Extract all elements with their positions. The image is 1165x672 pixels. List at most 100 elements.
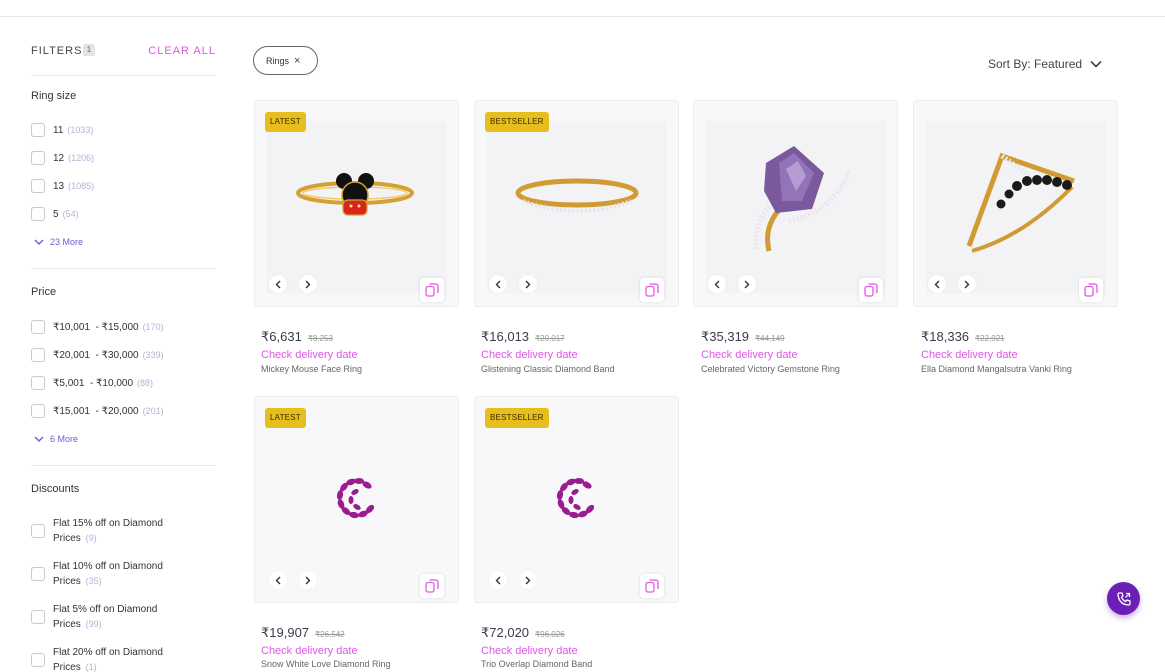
clear-all-button[interactable]: CLEAR ALL: [148, 45, 216, 57]
prev-image-button[interactable]: [269, 571, 287, 589]
filters-count-badge: 1: [83, 44, 95, 56]
price-row: ₹72,020 ₹96,026: [481, 625, 565, 641]
checkbox[interactable]: [31, 567, 45, 581]
option-count: (1085): [68, 181, 95, 191]
checkbox[interactable]: [31, 123, 45, 137]
filter-option-price-2[interactable]: ₹20,001 - ₹30,000 (339): [31, 348, 164, 362]
product-name[interactable]: Celebrated Victory Gemstone Ring: [701, 364, 840, 374]
next-image-button[interactable]: [958, 275, 976, 293]
check-delivery-link[interactable]: Check delivery date: [481, 645, 578, 657]
product-price: ₹19,907: [261, 625, 310, 640]
option-label: ₹20,001 - ₹30,000: [53, 349, 139, 361]
next-image-button[interactable]: [519, 275, 537, 293]
checkbox[interactable]: [31, 404, 45, 418]
compare-button[interactable]: [859, 278, 883, 302]
price-row: ₹16,013 ₹20,017: [481, 329, 565, 345]
sort-dropdown[interactable]: Sort By: Featured: [988, 57, 1102, 71]
product-image: [706, 121, 886, 293]
option-count: (88): [137, 378, 154, 388]
product-card[interactable]: LATEST: [254, 396, 459, 603]
product-name[interactable]: Ella Diamond Mangalsutra Vanki Ring: [921, 364, 1072, 374]
option-count: (1206): [68, 153, 95, 163]
product-badge: LATEST: [265, 112, 306, 132]
option-label: 13: [53, 180, 65, 192]
checkbox[interactable]: [31, 179, 45, 193]
check-delivery-link[interactable]: Check delivery date: [481, 349, 578, 361]
price-title: Price: [31, 286, 57, 298]
product-card[interactable]: LATEST: [254, 100, 459, 307]
compare-icon: [645, 283, 659, 297]
checkbox[interactable]: [31, 653, 45, 667]
product-name[interactable]: Glistening Classic Diamond Band: [481, 364, 615, 374]
price-row: ₹19,907 ₹26,542: [261, 625, 345, 641]
check-delivery-link[interactable]: Check delivery date: [261, 349, 358, 361]
prev-image-button[interactable]: [928, 275, 946, 293]
price-row: ₹35,319 ₹44,149: [701, 329, 785, 345]
option-count: (201): [142, 406, 164, 416]
checkbox[interactable]: [31, 348, 45, 362]
filter-option-ring-size-12[interactable]: 12 (1206): [31, 151, 94, 165]
filter-option-discount-2[interactable]: Flat 10% off on Diamond Prices (35): [31, 559, 216, 589]
checkbox[interactable]: [31, 207, 45, 221]
option-count: (339): [142, 350, 164, 360]
product-mrp: ₹96,026: [535, 630, 565, 639]
product-name[interactable]: Mickey Mouse Face Ring: [261, 364, 362, 374]
product-card[interactable]: [913, 100, 1118, 307]
chevron-right-icon: [525, 280, 531, 288]
applied-filter-chip[interactable]: Rings ×: [253, 46, 318, 75]
next-image-button[interactable]: [738, 275, 756, 293]
product-card[interactable]: BESTSELLER: [474, 100, 679, 307]
option-label: 12: [53, 152, 65, 164]
close-icon[interactable]: ×: [294, 55, 300, 67]
product-card[interactable]: [693, 100, 898, 307]
compare-button[interactable]: [1079, 278, 1103, 302]
option-count: (170): [142, 322, 164, 332]
compare-icon: [1084, 283, 1098, 297]
product-price: ₹72,020: [481, 625, 530, 640]
compare-button[interactable]: [420, 574, 444, 598]
compare-button[interactable]: [640, 574, 664, 598]
product-name[interactable]: Trio Overlap Diamond Band: [481, 659, 592, 669]
compare-button[interactable]: [420, 278, 444, 302]
checkbox[interactable]: [31, 151, 45, 165]
product-name[interactable]: Snow White Love Diamond Ring: [261, 659, 391, 669]
compare-icon: [864, 283, 878, 297]
checkbox[interactable]: [31, 524, 45, 538]
product-card[interactable]: BESTSELLER: [474, 396, 679, 603]
chevron-down-icon: [34, 239, 44, 245]
chevron-right-icon: [305, 576, 311, 584]
divider: [31, 75, 216, 76]
compare-button[interactable]: [640, 278, 664, 302]
filter-option-ring-size-5[interactable]: 5 (54): [31, 207, 79, 221]
next-image-button[interactable]: [519, 571, 537, 589]
prev-image-button[interactable]: [269, 275, 287, 293]
check-delivery-link[interactable]: Check delivery date: [261, 645, 358, 657]
check-delivery-link[interactable]: Check delivery date: [701, 349, 798, 361]
prev-image-button[interactable]: [489, 571, 507, 589]
checkbox[interactable]: [31, 610, 45, 624]
option-label: ₹5,001 - ₹10,000: [53, 377, 133, 389]
filter-option-discount-4[interactable]: Flat 20% off on Diamond Prices (1): [31, 645, 216, 672]
filter-option-ring-size-13[interactable]: 13 (1085): [31, 179, 94, 193]
option-count: (54): [62, 209, 79, 219]
chevron-down-icon: [34, 436, 44, 442]
ring-size-more-link[interactable]: 23 More: [34, 237, 83, 247]
chevron-left-icon: [495, 280, 501, 288]
product-mrp: ₹44,149: [755, 334, 785, 343]
prev-image-button[interactable]: [708, 275, 726, 293]
checkbox[interactable]: [31, 376, 45, 390]
filter-option-discount-1[interactable]: Flat 15% off on Diamond Prices (9): [31, 516, 216, 546]
filter-option-discount-3[interactable]: Flat 5% off on Diamond Prices (99): [31, 602, 216, 632]
check-delivery-link[interactable]: Check delivery date: [921, 349, 1018, 361]
next-image-button[interactable]: [299, 275, 317, 293]
chevron-right-icon: [744, 280, 750, 288]
filter-option-price-1[interactable]: ₹10,001 - ₹15,000 (170): [31, 320, 164, 334]
filter-option-price-4[interactable]: ₹15,001 - ₹20,000 (201): [31, 404, 164, 418]
call-fab-button[interactable]: [1107, 582, 1140, 615]
next-image-button[interactable]: [299, 571, 317, 589]
price-more-link[interactable]: 6 More: [34, 434, 78, 444]
filter-option-ring-size-11[interactable]: 11 (1033): [31, 123, 93, 137]
checkbox[interactable]: [31, 320, 45, 334]
filter-option-price-3[interactable]: ₹5,001 - ₹10,000 (88): [31, 376, 153, 390]
prev-image-button[interactable]: [489, 275, 507, 293]
